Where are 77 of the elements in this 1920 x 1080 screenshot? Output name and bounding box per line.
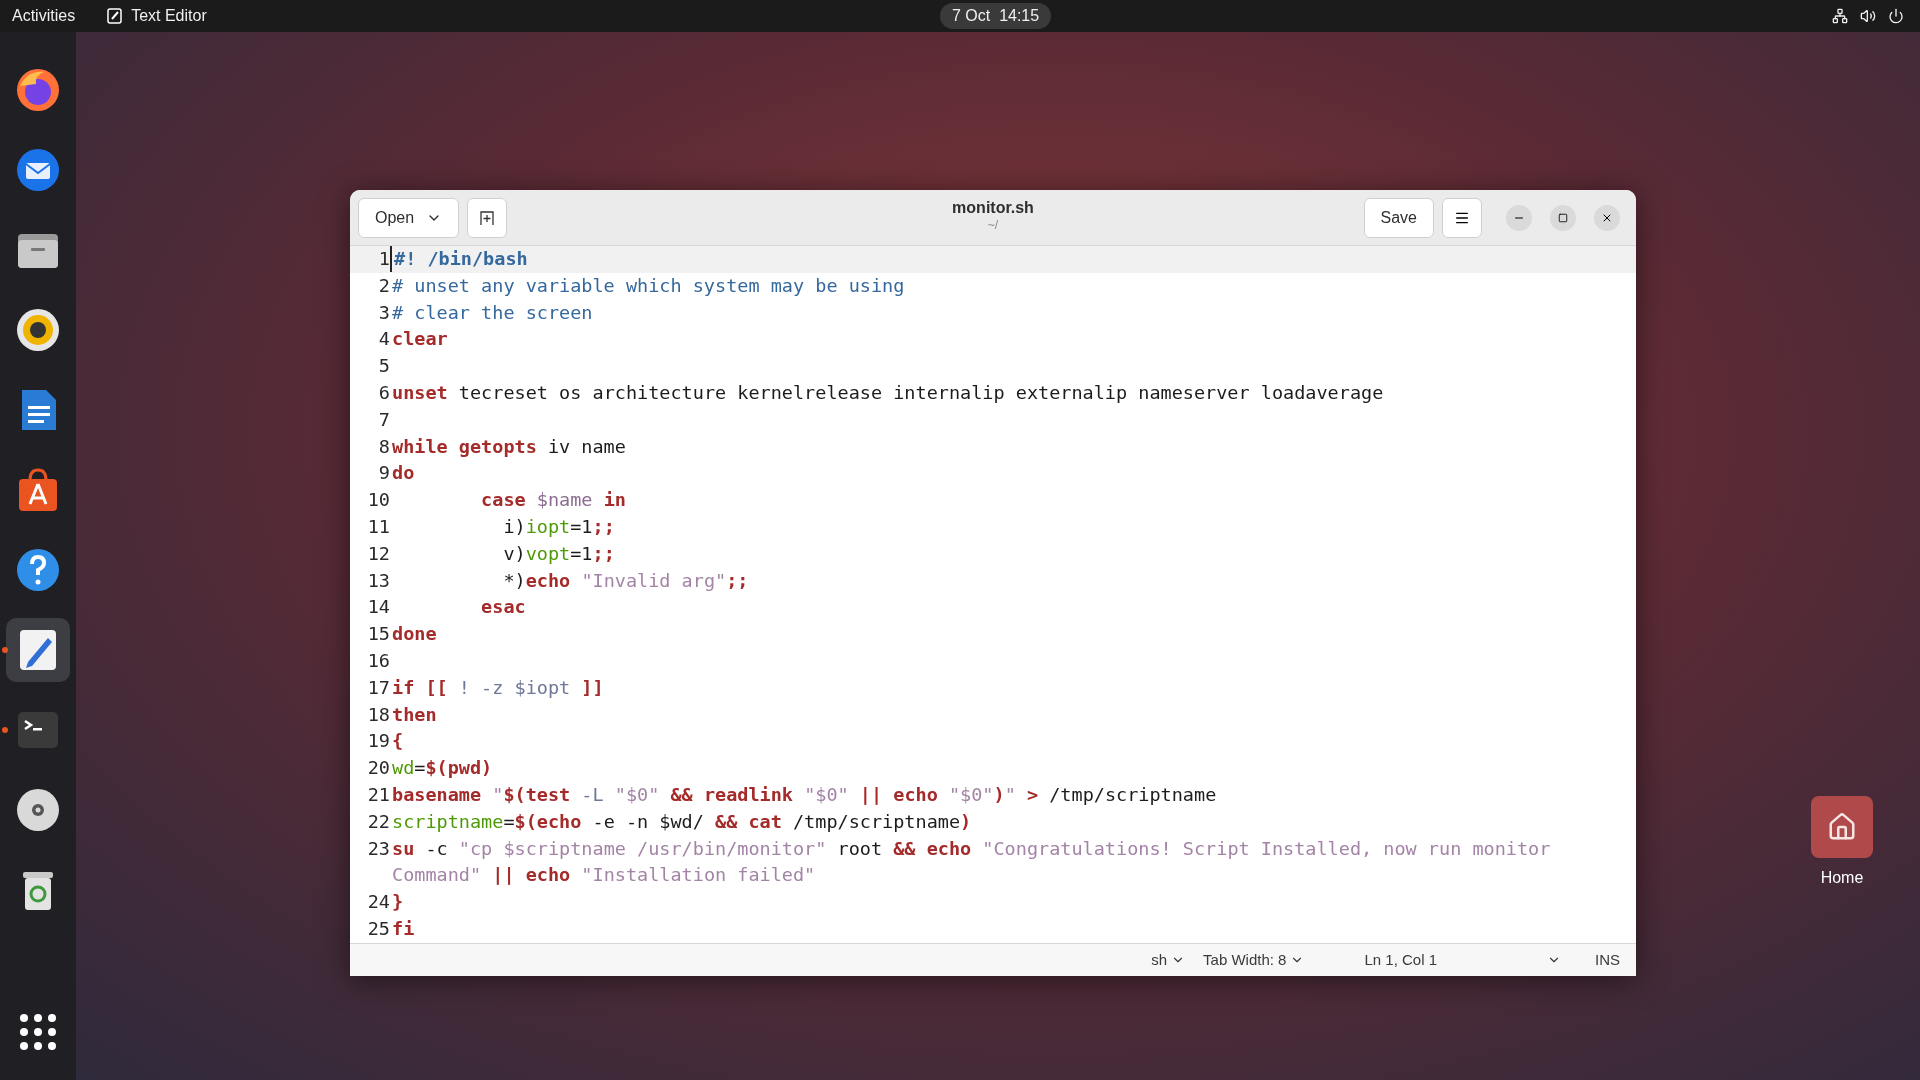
disc-icon: [14, 786, 62, 834]
line-number: 21: [366, 782, 390, 807]
line-number: 20: [366, 756, 390, 781]
question-mark-icon: [14, 546, 62, 594]
line-number: 5: [377, 354, 390, 379]
line-number: 8: [377, 434, 390, 459]
code-line: i)iopt=1;;: [502, 514, 615, 539]
home-folder-icon[interactable]: [1811, 796, 1873, 858]
line-number: 9: [377, 461, 390, 486]
code-line: su -c "cp $scriptname /usr/bin/monitor" root && echo "Congratulations! Script Installed, now run monitor Command" || echo "Installation failed": [391, 836, 1552, 888]
speaker-icon: [14, 306, 62, 354]
code-line: {: [391, 729, 404, 754]
code-line: }: [391, 890, 404, 915]
line-number: 15: [366, 622, 390, 647]
code-line: basename "$(test -L "$0" && readlink "$0" || echo "$0")" > /tmp/scriptname: [391, 782, 1217, 807]
code-line: wd=$(pwd): [391, 756, 493, 781]
code-line: do: [391, 461, 415, 486]
text-cursor: [390, 246, 392, 272]
volume-icon[interactable]: [1860, 8, 1876, 24]
code-line: v)vopt=1;;: [502, 541, 615, 566]
line-number: 4: [377, 327, 390, 352]
new-tab-button[interactable]: [467, 197, 508, 238]
code-line: clear: [391, 327, 448, 352]
line-number: 10: [366, 488, 390, 513]
network-icon[interactable]: [1832, 8, 1848, 24]
tab-width-dropdown[interactable]: Tab Width: 8: [1203, 948, 1305, 972]
line-number: 24: [366, 890, 390, 915]
app-menu[interactable]: Text Editor: [131, 4, 207, 28]
code-line: # clear the screen: [391, 300, 593, 325]
bird-envelope-icon: [14, 146, 62, 194]
app-grid-icon: [18, 1012, 58, 1052]
menu-button[interactable]: [1442, 197, 1482, 238]
activities-button[interactable]: Activities: [12, 4, 76, 28]
dock-item[interactable]: [6, 618, 70, 682]
line-number: 25: [366, 916, 390, 941]
code-line: *)echo "Invalid arg";;: [502, 568, 749, 593]
line-number: 7: [377, 407, 390, 432]
code-line: while getopts iv name: [391, 434, 626, 459]
code-line: #! /bin/bash: [393, 247, 528, 271]
code-line: if [[ ! -z $iopt ]]: [391, 675, 604, 700]
maximize-icon: [1558, 212, 1568, 223]
line-number: 11: [366, 514, 390, 539]
desktop-icon-label: Home: [1820, 868, 1864, 888]
code-line: fi: [391, 916, 415, 941]
line-number: 13: [366, 568, 390, 593]
power-icon[interactable]: [1888, 8, 1904, 24]
line-number: 2: [377, 273, 390, 298]
insert-mode: INS: [1595, 949, 1620, 970]
minimize-button[interactable]: [1506, 204, 1532, 231]
line-number: 23: [366, 836, 390, 861]
code-line: case $name in: [480, 488, 626, 513]
line-number: 22: [366, 809, 390, 834]
save-button[interactable]: Save: [1363, 197, 1434, 238]
line-number: 3: [377, 300, 390, 325]
tab-plus-icon: [479, 209, 496, 226]
maximize-button[interactable]: [1550, 204, 1576, 231]
code-line: unset tecreset os architecture kernelrelease internalip externalip nameserver loadaverage: [391, 381, 1384, 405]
language-dropdown[interactable]: sh: [1151, 948, 1186, 972]
line-number: 19: [366, 729, 390, 754]
code-line: # unset any variable which system may be using: [391, 273, 905, 298]
code-line: then: [391, 702, 437, 727]
line-number: 12: [366, 541, 390, 566]
line-number: 6: [377, 381, 390, 405]
line-number: 14: [366, 595, 390, 620]
line-number: 1: [377, 247, 390, 271]
code-line: esac: [480, 595, 526, 620]
line-number: 16: [366, 648, 390, 673]
cursor-position-dropdown[interactable]: Ln 1, Col 1: [1364, 948, 1561, 972]
code-line: scriptname=$(echo -e -n $wd/ && cat /tmp/scriptname): [391, 809, 972, 834]
line-number: 18: [366, 702, 390, 727]
line-number: 17: [366, 675, 390, 700]
window-subtitle: ~/: [987, 218, 999, 232]
open-button[interactable]: Open: [358, 197, 460, 238]
pencil-note-icon: [107, 8, 124, 24]
clock[interactable]: 7 Oct 14:15: [940, 3, 1052, 29]
window-title: monitor.sh: [952, 198, 1034, 218]
code-line: done: [391, 622, 437, 647]
